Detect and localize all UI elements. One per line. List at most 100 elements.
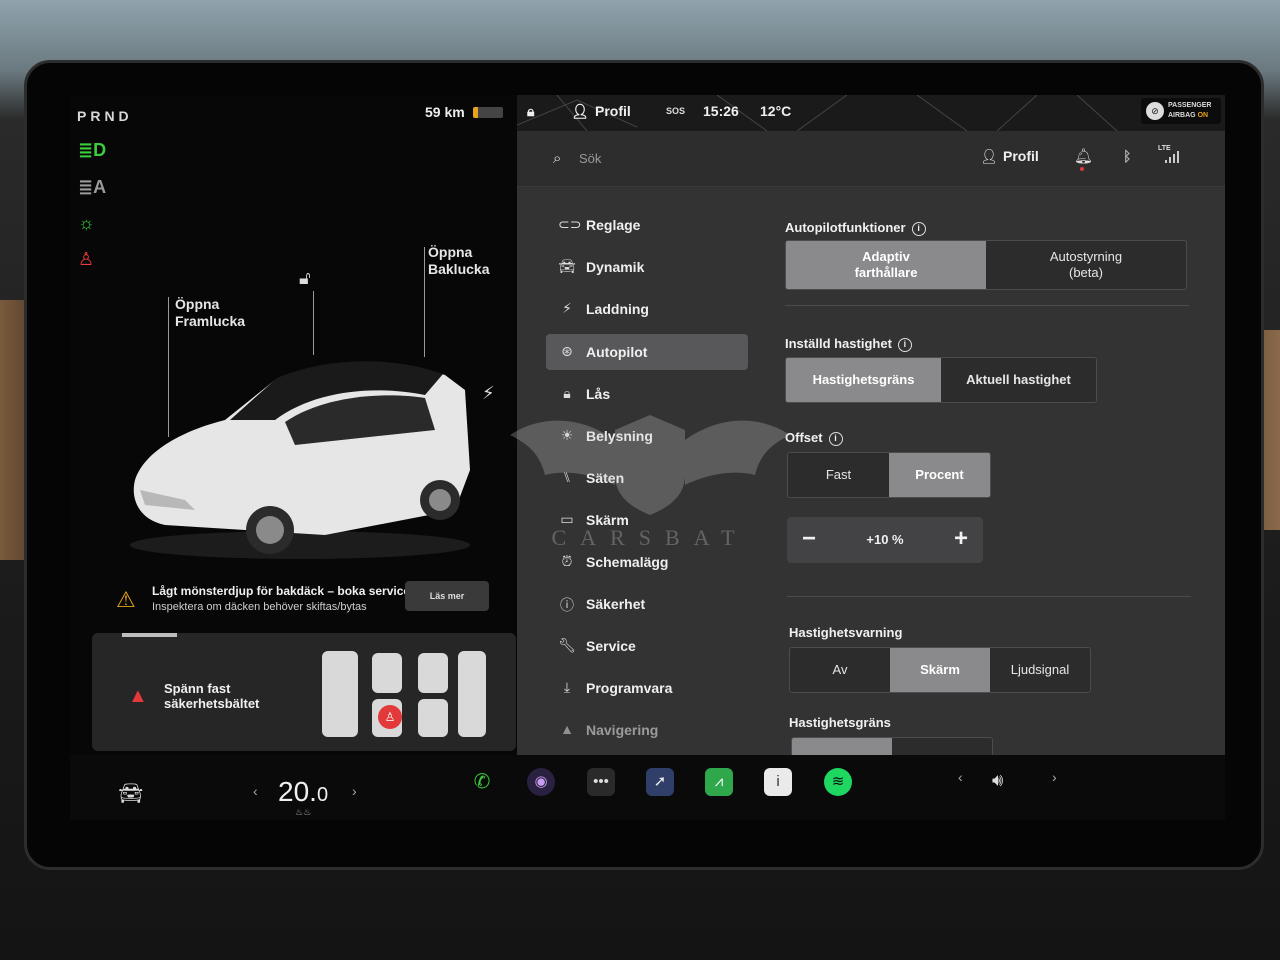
bell-icon[interactable]: 🔔︎	[1074, 147, 1093, 165]
info-icon[interactable]: i	[911, 222, 926, 236]
spotify-icon[interactable]: ≋	[824, 768, 852, 796]
option-percent[interactable]: Procent	[889, 453, 990, 497]
warning-triangle-icon: ⚠︎	[116, 587, 136, 612]
wrench-icon: 🔧︎	[558, 637, 576, 653]
nav-item-schemalagg[interactable]: ⏰︎ Schemalägg	[546, 544, 748, 580]
offset-selector: Fast Procent	[787, 452, 991, 498]
nav-item-las[interactable]: 🔒︎ Lås	[546, 376, 748, 412]
airbag-state: ON	[1197, 112, 1209, 119]
option-adaptive-cruise[interactable]: Adaptiv farthållare	[786, 241, 986, 289]
option-display[interactable]: Skärm	[890, 648, 990, 692]
outside-temperature: 12°C	[760, 103, 792, 119]
touchscreen: PRND 59 km ≣D ≣A ☼ ♙ Öppna Framlucka Öpp…	[70, 95, 1225, 755]
steering-wheel-icon: ⊛	[561, 343, 573, 359]
bottom-dock: 🚘︎ ‹ 20.0 ♨︎♨︎ › ✆ ◉ ••• ➚ ⩘ i ≋ ‹ 🔊︎ ›	[70, 755, 1225, 820]
profile-icon[interactable]: 👤︎	[571, 103, 589, 120]
navigation-app-icon[interactable]: ➚	[646, 768, 674, 796]
airbag-label-line1: PASSENGER	[1168, 102, 1212, 109]
volume-up-chevron-icon[interactable]: ›	[1052, 769, 1057, 785]
nav-item-dynamik[interactable]: 🚘︎ Dynamik	[546, 249, 748, 285]
nav-item-programvara[interactable]: ⤓ Programvara	[546, 670, 748, 706]
info-icon[interactable]: i	[897, 338, 912, 352]
sun-icon: ☀︎	[560, 427, 574, 443]
nav-item-service[interactable]: 🔧︎ Service	[546, 628, 748, 664]
energy-app-icon[interactable]: ⩘	[705, 768, 733, 796]
nav-item-reglage[interactable]: ⊂⊃ Reglage	[546, 207, 748, 243]
option-chime[interactable]: Ljudsignal	[990, 648, 1090, 692]
set-speed-selector: Hastighetsgräns Aktuell hastighet	[785, 357, 1097, 403]
airbag-icon: ⊘	[1146, 102, 1164, 120]
volume-down-chevron-icon[interactable]: ‹	[958, 769, 963, 785]
status-profile-label[interactable]: Profil	[595, 103, 631, 119]
nav-item-belysning[interactable]: ☀︎ Belysning	[546, 418, 748, 454]
temp-down-chevron-icon[interactable]: ‹	[253, 783, 258, 799]
open-frunk-button[interactable]: Öppna Framlucka	[175, 296, 245, 330]
speed-warning-selector: Av Skärm Ljudsignal	[789, 647, 1091, 693]
increase-button[interactable]: +	[941, 517, 981, 563]
notification-dot	[1080, 167, 1084, 171]
seat-rear-right	[418, 699, 448, 737]
seat-heater-icon[interactable]: ♨︎♨︎	[295, 807, 311, 818]
vehicle-image	[130, 361, 470, 559]
offset-title: Offset i	[785, 430, 843, 446]
header-profile-icon[interactable]: 👤︎	[980, 148, 998, 165]
section-divider	[785, 305, 1189, 306]
cabin-temperature[interactable]: 20.0	[278, 776, 328, 808]
display-icon: ▭	[560, 511, 574, 527]
read-more-button[interactable]: Läs mer	[405, 581, 489, 611]
parking-light-icon: ☼	[78, 213, 95, 233]
speed-limit-title: Hastighetsgräns	[789, 715, 891, 730]
sos-button[interactable]: SOS	[666, 106, 685, 116]
car-icon[interactable]: 🚘︎	[118, 781, 143, 806]
vehicle-panel: PRND 59 km ≣D ≣A ☼ ♙ Öppna Framlucka Öpp…	[70, 95, 517, 755]
gear-selector[interactable]: PRND	[77, 108, 133, 124]
search-input[interactable]	[579, 147, 779, 169]
seat-back-row	[458, 651, 486, 737]
decrease-button[interactable]: −	[789, 517, 829, 563]
speed-limit-option-2[interactable]	[892, 738, 992, 755]
lock-status-icon[interactable]: 🔒︎	[527, 103, 534, 120]
option-speed-limit[interactable]: Hastighetsgräns	[786, 358, 941, 402]
nav-item-navigering[interactable]: ▲ Navigering	[546, 712, 748, 748]
header-profile-label[interactable]: Profil	[1003, 148, 1039, 164]
search-icon[interactable]: ⌕	[553, 150, 561, 167]
seatbelt-warning-icon: ♙	[78, 249, 95, 269]
info-icon[interactable]: i	[828, 432, 843, 446]
phone-icon[interactable]: ✆	[468, 768, 496, 796]
unlock-icon[interactable]: 🔓︎	[299, 268, 321, 290]
open-trunk-button[interactable]: Öppna Baklucka	[428, 244, 489, 278]
autopilot-functions-selector: Adaptiv farthållare Autostyrning (beta)	[785, 240, 1187, 290]
option-fixed[interactable]: Fast	[788, 453, 889, 497]
lock-icon: 🔒︎	[563, 385, 571, 401]
camera-icon[interactable]: ◉	[527, 768, 555, 796]
option-off[interactable]: Av	[790, 648, 890, 692]
trunk-callout-line	[424, 247, 425, 357]
nav-item-sakerhet[interactable]: ⓘ Säkerhet	[546, 586, 748, 622]
settings-panel: 🔒︎ 👤︎ Profil SOS 15:26 12°C ⊘ PASSENGER …	[517, 95, 1225, 755]
offset-stepper: − +10 % +	[787, 517, 983, 563]
volume-icon[interactable]: 🔊︎	[992, 770, 1003, 791]
seat-map: ♙	[320, 647, 490, 739]
alert-circle-icon: ⓘ	[560, 597, 574, 613]
card-progress-indicator	[122, 633, 177, 637]
option-autosteer[interactable]: Autostyrning (beta)	[986, 241, 1186, 289]
bluetooth-icon[interactable]: ᛒ	[1123, 148, 1131, 164]
nav-item-skarm[interactable]: ▭ Skärm	[546, 502, 748, 538]
door-callout-line	[313, 291, 314, 355]
status-bar: 🔒︎ 👤︎ Profil SOS 15:26 12°C ⊘ PASSENGER …	[517, 95, 1225, 131]
nav-item-laddning[interactable]: ⚡︎ Laddning	[546, 291, 748, 327]
more-icon[interactable]: •••	[587, 768, 615, 796]
bolt-icon: ⚡︎	[562, 300, 572, 316]
option-current-speed[interactable]: Aktuell hastighet	[941, 358, 1096, 402]
charge-port-icon[interactable]: ⚡︎	[482, 383, 495, 404]
manual-app-icon[interactable]: i	[764, 768, 792, 796]
navigation-icon: ▲	[560, 721, 574, 737]
nav-item-saten[interactable]: ⑊ Säten	[546, 460, 748, 496]
speed-limit-option-1[interactable]	[792, 738, 892, 755]
toggle-icon: ⊂⊃	[558, 216, 582, 232]
nav-item-autopilot[interactable]: ⊛ Autopilot	[546, 334, 748, 370]
set-speed-title: Inställd hastighet i	[785, 336, 912, 352]
speed-warning-title: Hastighetsvarning	[789, 625, 903, 640]
temp-up-chevron-icon[interactable]: ›	[352, 783, 357, 799]
seatbelt-alert-icon: ♙	[378, 705, 402, 729]
